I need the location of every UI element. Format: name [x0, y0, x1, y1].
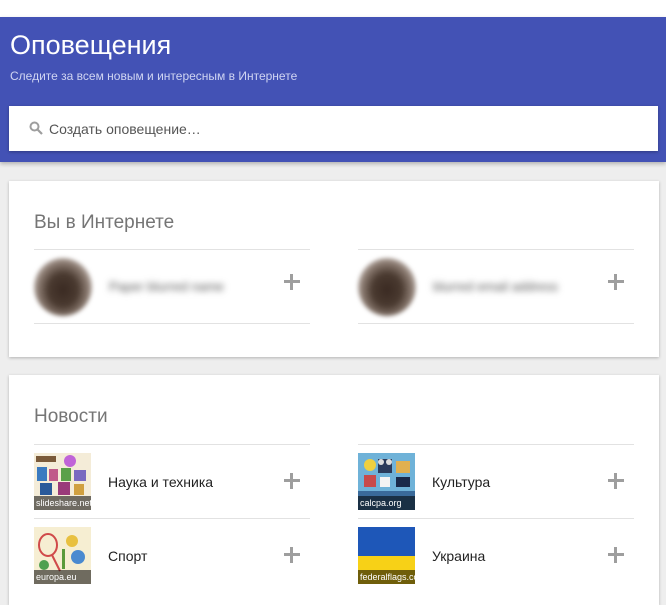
thumbnail-source: europa.eu: [34, 570, 91, 584]
news-item-science[interactable]: slideshare.net Наука и техника: [34, 444, 310, 518]
header-banner: Оповещения Следите за всем новым и интер…: [0, 17, 666, 162]
news-thumbnail: calcpa.org: [358, 453, 415, 510]
news-item-sport[interactable]: europa.eu Спорт: [34, 518, 310, 592]
news-item-label: Спорт: [108, 548, 148, 564]
you-on-web-card: Вы в Интернете Paper blurred name blurre…: [9, 181, 659, 357]
thumbnail-source: calcpa.org: [358, 496, 415, 510]
news-card: Новости slideshare.net Наука и техника c…: [9, 375, 659, 605]
plus-icon[interactable]: [282, 272, 302, 292]
news-thumbnail: europa.eu: [34, 527, 91, 584]
blurred-name: Paper blurred name: [109, 279, 224, 294]
you-on-web-item[interactable]: Paper blurred name: [34, 249, 310, 324]
search-icon: [29, 121, 43, 135]
plus-icon[interactable]: [606, 471, 626, 491]
plus-icon[interactable]: [606, 272, 626, 292]
page-subtitle: Следите за всем новым и интересным в Инт…: [10, 69, 298, 83]
you-on-web-title: Вы в Интернете: [34, 212, 175, 233]
thumbnail-source: federalflags.com: [358, 570, 415, 584]
thumbnail-source: slideshare.net: [34, 496, 91, 510]
you-on-web-item[interactable]: blurred email address: [358, 249, 634, 324]
avatar: [34, 258, 92, 316]
news-title: Новости: [34, 406, 108, 427]
plus-icon[interactable]: [282, 471, 302, 491]
news-thumbnail: federalflags.com: [358, 527, 415, 584]
page-title: Оповещения: [10, 30, 172, 60]
search-box[interactable]: [9, 106, 658, 151]
news-item-label: Украина: [432, 548, 486, 564]
plus-icon[interactable]: [282, 545, 302, 565]
news-thumbnail: slideshare.net: [34, 453, 91, 510]
news-item-culture[interactable]: calcpa.org Культура: [358, 444, 634, 518]
blurred-email: blurred email address: [433, 279, 559, 294]
news-item-ukraine[interactable]: federalflags.com Украина: [358, 518, 634, 592]
avatar: [358, 258, 416, 316]
search-input[interactable]: [49, 106, 639, 151]
top-strip: [0, 0, 666, 17]
plus-icon[interactable]: [606, 545, 626, 565]
news-item-label: Наука и техника: [108, 474, 214, 490]
news-item-label: Культура: [432, 474, 491, 490]
